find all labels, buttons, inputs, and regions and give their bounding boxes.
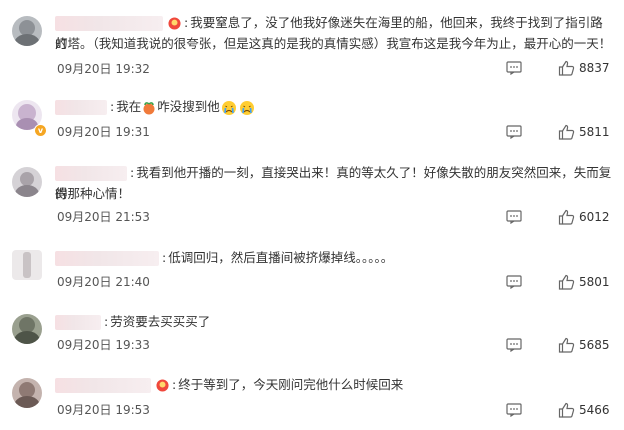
- comment-text: 的那种心情！: [55, 186, 131, 201]
- verified-badge-icon: v: [34, 124, 47, 137]
- avatar[interactable]: [12, 16, 42, 46]
- comment-icon[interactable]: [506, 338, 522, 352]
- comment-timestamp: 09月20日 19:53: [57, 403, 150, 417]
- username[interactable]: [55, 251, 159, 266]
- like-count: 5685: [579, 338, 610, 352]
- vip-badge-icon: [156, 379, 169, 392]
- comment-timestamp: 09月20日 21:40: [57, 275, 150, 289]
- comment-text: 我在: [116, 99, 142, 114]
- like-icon[interactable]: [558, 124, 575, 140]
- avatar[interactable]: [12, 314, 42, 344]
- comment-icon[interactable]: [506, 61, 522, 75]
- comment-icon[interactable]: [506, 125, 522, 139]
- like-icon[interactable]: [558, 337, 575, 353]
- comment-text: 劳资要去买买买了: [110, 314, 211, 329]
- username[interactable]: [55, 16, 163, 31]
- vip-badge-icon: [168, 17, 181, 30]
- comment-timestamp: 09月20日 19:32: [57, 62, 150, 76]
- comment-icon[interactable]: [506, 210, 522, 224]
- avatar[interactable]: [12, 250, 42, 280]
- comment-icon[interactable]: [506, 403, 522, 417]
- peach-emoji-icon: [143, 101, 155, 114]
- like-icon[interactable]: [558, 60, 575, 76]
- comment-text: 终于等到了，今天刚问完他什么时候回来: [178, 377, 404, 392]
- like-count: 5801: [579, 275, 610, 289]
- like-icon[interactable]: [558, 274, 575, 290]
- username[interactable]: [55, 166, 127, 181]
- like-count: 5466: [579, 403, 610, 417]
- username[interactable]: [55, 315, 101, 330]
- like-count: 8837: [579, 61, 610, 75]
- crying-emoji-icon: [221, 100, 236, 115]
- comment-timestamp: 09月20日 19:31: [57, 125, 150, 139]
- comment-icon[interactable]: [506, 275, 522, 289]
- comment-timestamp: 09月20日 21:53: [57, 210, 150, 224]
- crying-emoji-icon: [239, 100, 254, 115]
- avatar[interactable]: [12, 167, 42, 197]
- comment-timestamp: 09月20日 19:33: [57, 338, 150, 352]
- like-count: 6012: [579, 210, 610, 224]
- comment-text: 灯塔。（我知道我说的很夸张，但是这真的是我的真情实感）我宣布这是我今年为止，最开…: [55, 36, 612, 51]
- comment-text: 低调回归，然后直播间被挤爆掉线。。。。。: [168, 250, 394, 265]
- like-count: 5811: [579, 125, 610, 139]
- username[interactable]: [55, 100, 107, 115]
- avatar[interactable]: [12, 378, 42, 408]
- username[interactable]: [55, 378, 151, 393]
- comment-text: 咋没搜到他: [157, 99, 220, 114]
- like-icon[interactable]: [558, 209, 575, 225]
- like-icon[interactable]: [558, 402, 575, 418]
